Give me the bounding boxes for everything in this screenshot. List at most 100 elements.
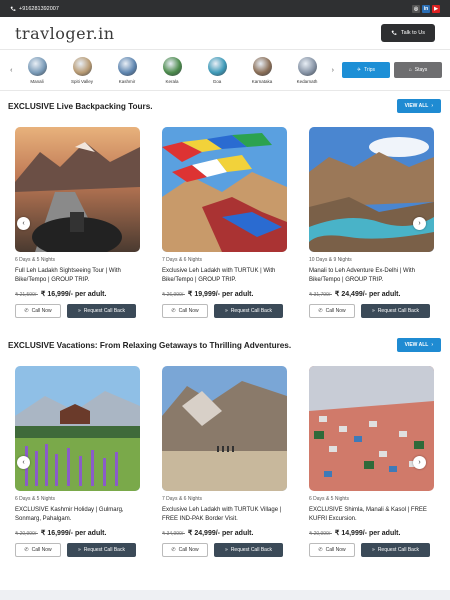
discount-price: ₹ 19,999/- per adult.: [187, 291, 254, 298]
destination-label: Kashmir: [118, 78, 136, 84]
tour-title[interactable]: EXCLUSIVE Kashmir Holiday | Gulmarg, Son…: [15, 506, 140, 524]
request-call-back-button[interactable]: » Request Call Back: [361, 304, 430, 318]
destination-thumbnail: [162, 56, 182, 76]
discount-price: ₹ 24,999/- per adult.: [187, 530, 254, 537]
top-bar: +916281392007 ◎ in ▶: [0, 0, 450, 17]
view-all-button[interactable]: VIEW ALL ›: [396, 99, 441, 113]
call-now-button[interactable]: ✆ Call Now: [15, 543, 61, 557]
card-actions: ✆ Call Now » Request Call Back: [162, 304, 287, 318]
destination-thumbnail: [252, 56, 272, 76]
tour-card[interactable]: 6 Days & 5 Nights Full Leh Ladakh Sights…: [15, 127, 140, 318]
destination-item[interactable]: Kashmir: [105, 56, 150, 84]
call-now-button[interactable]: ✆ Call Now: [162, 543, 208, 557]
home-icon: ⌂: [408, 67, 412, 73]
destination-item[interactable]: Kerala: [150, 56, 195, 84]
tour-title[interactable]: EXCLUSIVE Shimla, Manali & Kasol | FREE …: [309, 506, 434, 524]
tour-title[interactable]: Manali to Leh Adventure Ex-Delhi | With …: [309, 267, 434, 285]
price-row: ₹ 26,999/- ₹ 19,999/- per adult.: [162, 290, 287, 298]
call-now-button[interactable]: ✆ Call Now: [309, 304, 355, 318]
linkedin-icon[interactable]: in: [422, 4, 430, 13]
tour-image: [15, 366, 140, 491]
price-row: ₹ 20,999/- ₹ 16,999/- per adult.: [15, 529, 140, 537]
trip-duration: 7 Days & 6 Nights: [162, 257, 203, 263]
youtube-icon[interactable]: ▶: [432, 4, 440, 13]
trip-duration: 6 Days & 5 Nights: [15, 496, 56, 502]
site-header: travloger.in Talk to Us: [0, 17, 450, 49]
destination-thumbnail: [72, 56, 92, 76]
tour-image: [162, 127, 287, 252]
destination-item[interactable]: Goa: [195, 56, 240, 84]
double-chevron-icon: »: [78, 308, 81, 314]
phone-contact[interactable]: +916281392007: [10, 6, 59, 12]
request-call-back-button[interactable]: » Request Call Back: [67, 543, 136, 557]
request-call-back-button[interactable]: » Request Call Back: [361, 543, 430, 557]
call-now-button[interactable]: ✆ Call Now: [162, 304, 208, 318]
carousel-next-button[interactable]: ›: [413, 456, 426, 469]
tour-image: [15, 127, 140, 252]
tour-title[interactable]: Exclusive Leh Ladakh with TURTUK | With …: [162, 267, 287, 285]
section-title: EXCLUSIVE Vacations: From Relaxing Getaw…: [8, 340, 292, 350]
price-row: ₹ 20,999/- ₹ 14,999/- per adult.: [309, 529, 434, 537]
view-all-button[interactable]: VIEW ALL ›: [396, 338, 441, 352]
phone-icon: ✆: [318, 308, 323, 314]
request-call-back-button[interactable]: » Request Call Back: [214, 543, 283, 557]
site-logo[interactable]: travloger.in: [15, 24, 115, 43]
card-actions: ✆ Call Now » Request Call Back: [15, 304, 140, 318]
call-now-label: Call Now: [325, 547, 346, 553]
trip-duration: 6 Days & 5 Nights: [15, 257, 56, 263]
destination-label: Karnataka: [251, 78, 273, 84]
call-now-label: Call Now: [31, 308, 52, 314]
trip-duration: 7 Days & 6 Nights: [162, 496, 203, 502]
stays-button[interactable]: ⌂ Stays: [394, 62, 442, 78]
trips-button[interactable]: ✈ Trips: [342, 62, 390, 78]
request-call-back-label: Request Call Back: [83, 547, 125, 553]
tour-image: [309, 127, 434, 252]
section-backpacking: EXCLUSIVE Live Backpacking Tours. VIEW A…: [0, 91, 450, 318]
original-price: ₹ 26,999/-: [162, 292, 185, 298]
discount-price: ₹ 24,499/- per adult.: [334, 291, 401, 298]
call-now-button[interactable]: ✆ Call Now: [309, 543, 355, 557]
double-chevron-icon: »: [225, 547, 228, 553]
destination-label: Goa: [212, 78, 222, 84]
trips-label: Trips: [364, 67, 376, 73]
destination-label: Manali: [30, 78, 44, 84]
call-now-button[interactable]: ✆ Call Now: [15, 304, 61, 318]
double-chevron-icon: »: [372, 547, 375, 553]
tour-card[interactable]: 7 Days & 6 Nights Exclusive Leh Ladakh w…: [162, 127, 287, 318]
instagram-icon[interactable]: ◎: [412, 4, 420, 13]
phone-icon: ✆: [24, 547, 29, 553]
destination-label: Kerala: [165, 78, 179, 84]
price-row: ₹ 31,799/- ₹ 24,499/- per adult.: [309, 290, 434, 298]
tour-title[interactable]: Full Leh Ladakh Sightseeing Tour | With …: [15, 267, 140, 285]
price-row: ₹ 34,999/- ₹ 24,999/- per adult.: [162, 529, 287, 537]
talk-to-us-button[interactable]: Talk to Us: [380, 24, 435, 42]
carousel-prev-button[interactable]: ‹: [17, 217, 30, 230]
stays-label: Stays: [414, 67, 428, 73]
card-actions: ✆ Call Now » Request Call Back: [309, 543, 434, 557]
carousel-next-button[interactable]: ›: [413, 217, 426, 230]
destination-item[interactable]: Spiti Valley: [60, 56, 105, 84]
destination-thumbnail: [117, 56, 137, 76]
tour-card[interactable]: 6 Days & 5 Nights EXCLUSIVE Kashmir Holi…: [15, 366, 140, 557]
call-now-label: Call Now: [31, 547, 52, 553]
destination-item[interactable]: Karnataka: [240, 56, 285, 84]
social-links: ◎ in ▶: [412, 4, 440, 13]
request-call-back-button[interactable]: » Request Call Back: [214, 304, 283, 318]
destination-item[interactable]: Manali: [15, 56, 60, 84]
tour-card[interactable]: 7 Days & 6 Nights Exclusive Leh Ladakh w…: [162, 366, 287, 557]
destination-thumbnail: [297, 56, 317, 76]
request-call-back-button[interactable]: » Request Call Back: [67, 304, 136, 318]
plane-icon: ✈: [356, 67, 362, 73]
price-row: ₹ 21,599/- ₹ 16,999/- per adult.: [15, 290, 140, 298]
request-call-back-label: Request Call Back: [230, 308, 272, 314]
chevron-right-icon[interactable]: ›: [330, 67, 337, 74]
tour-title[interactable]: Exclusive Leh Ladakh with TURTUK Village…: [162, 506, 287, 524]
card-actions: ✆ Call Now » Request Call Back: [309, 304, 434, 318]
phone-icon: ✆: [171, 308, 176, 314]
carousel-prev-button[interactable]: ‹: [17, 456, 30, 469]
request-call-back-label: Request Call Back: [377, 308, 419, 314]
call-now-label: Call Now: [178, 308, 199, 314]
view-all-label: VIEW ALL: [404, 103, 429, 109]
destination-item[interactable]: Kedarnath: [285, 56, 330, 84]
trip-duration: 10 Days & 9 Nights: [309, 257, 352, 263]
